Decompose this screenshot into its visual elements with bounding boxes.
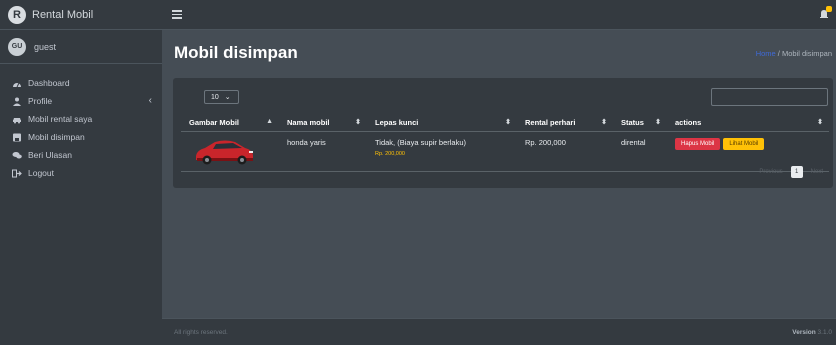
cell-actions: Hapus Mobil Lihat Mobil <box>667 131 829 172</box>
footer-version: Version 3.1.0 <box>792 329 832 336</box>
pagination-page-1[interactable]: 1 <box>790 166 803 178</box>
table-header-row: Gambar Mobil ▲ Nama mobil ⬍ Lepas kunci ⬍ R… <box>181 115 829 132</box>
content-header: Mobil disimpan Home / Mobil disimpan <box>162 30 836 76</box>
footer: All rights reserved. Version 3.1.0 <box>162 318 836 345</box>
hapus-mobil-button[interactable]: Hapus Mobil <box>675 137 721 150</box>
pagination-next[interactable]: Next <box>811 169 823 175</box>
lepas-kunci-text: Tidak, (Biaya supir berlaku) <box>375 137 467 147</box>
column-header-nama[interactable]: Nama mobil ⬍ <box>279 115 367 132</box>
brand-logo: R <box>8 5 26 24</box>
cell-gambar <box>181 131 279 172</box>
saved-cars-card: 10 ⌄ Gambar Mobil ▲ Nama mobil ⬍ Lepas kun… <box>173 78 833 188</box>
sort-icon: ⬍ <box>655 119 661 126</box>
lihat-mobil-button[interactable]: Lihat Mobil <box>723 137 765 150</box>
sidebar-item-mobil-rental-saya[interactable]: Mobil rental saya <box>0 110 162 128</box>
top-navbar <box>162 0 836 30</box>
sidebar-item-label: Beri Ulasan <box>28 150 72 160</box>
logout-icon <box>12 169 22 177</box>
save-icon <box>13 133 21 141</box>
version-label: Version <box>792 329 816 336</box>
notification-bell-icon[interactable] <box>818 6 832 20</box>
sort-icon: ⬍ <box>505 119 511 126</box>
chevron-left-icon[interactable]: ‹ <box>149 95 152 106</box>
cell-nama: honda yaris <box>279 131 367 172</box>
pagination-previous[interactable]: Previous <box>759 169 782 175</box>
page-title: Mobil disimpan <box>174 43 298 62</box>
entries-length-value: 10 <box>211 93 219 101</box>
sidebar-item-dashboard[interactable]: Dashboard <box>0 74 162 92</box>
pagination: Previous 1 Next <box>759 166 823 178</box>
breadcrumb: Home / Mobil disimpan <box>756 49 832 58</box>
sort-icon: ⬍ <box>817 119 823 126</box>
entries-length-select[interactable]: 10 ⌄ <box>204 90 239 104</box>
column-header-status[interactable]: Status ⬍ <box>613 115 667 132</box>
sidebar-item-label: Profile <box>28 96 53 106</box>
column-header-gambar[interactable]: Gambar Mobil ▲ <box>181 115 279 132</box>
sidebar-item-label: Logout <box>28 168 54 178</box>
avatar: GU <box>8 37 26 56</box>
brand-title: Rental Mobil <box>32 8 94 21</box>
cell-status: dirental <box>613 131 667 172</box>
cell-lepas-kunci: Tidak, (Biaya supir berlaku) Rp. 200,000 <box>367 131 517 172</box>
breadcrumb-home-link[interactable]: Home <box>756 49 776 58</box>
user-panel[interactable]: GU guest <box>0 30 162 64</box>
brand-link[interactable]: R Rental Mobil <box>0 0 162 30</box>
notification-badge <box>826 6 832 12</box>
table-row: honda yaris Tidak, (Biaya supir berlaku)… <box>181 131 829 172</box>
footer-copyright: All rights reserved. <box>174 329 228 336</box>
sidebar-item-label: Mobil disimpan <box>28 132 85 142</box>
search-input[interactable] <box>711 88 828 106</box>
cell-rental-perhari: Rp. 200,000 <box>517 131 613 172</box>
sidebar: R Rental Mobil GU guest Dashboard Profil… <box>0 0 162 345</box>
sidebar-item-label: Dashboard <box>28 78 70 88</box>
sidebar-nav: Dashboard Profile ‹ Mobil rental saya Mo… <box>0 64 162 182</box>
user-icon <box>13 97 21 106</box>
column-header-rental-perhari[interactable]: Rental perhari ⬍ <box>517 115 613 132</box>
saved-cars-table: Gambar Mobil ▲ Nama mobil ⬍ Lepas kunci ⬍ R… <box>181 115 829 172</box>
sidebar-item-logout[interactable]: Logout <box>0 164 162 182</box>
version-value: 3.1.0 <box>817 329 832 336</box>
dashboard-icon <box>13 82 21 87</box>
breadcrumb-current: Mobil disimpan <box>781 49 832 58</box>
sort-asc-icon: ▲ <box>266 118 273 125</box>
lepas-kunci-price: Rp. 200,000 <box>375 150 405 157</box>
sort-icon: ⬍ <box>355 119 361 126</box>
sort-icon: ⬍ <box>601 119 607 126</box>
chevron-down-icon: ⌄ <box>224 94 231 101</box>
sidebar-item-mobil-disimpan[interactable]: Mobil disimpan <box>0 128 162 146</box>
sidebar-item-label: Mobil rental saya <box>28 114 93 124</box>
sidebar-item-profile[interactable]: Profile ‹ <box>0 92 162 110</box>
car-image <box>196 140 253 164</box>
menu-toggle-icon[interactable] <box>172 10 182 19</box>
car-icon <box>13 117 21 123</box>
sidebar-item-beri-ulasan[interactable]: Beri Ulasan <box>0 146 162 164</box>
column-header-lepas-kunci[interactable]: Lepas kunci ⬍ <box>367 115 517 132</box>
comments-icon <box>12 151 22 158</box>
user-name: guest <box>34 41 57 52</box>
column-header-actions[interactable]: actions ⬍ <box>667 115 829 132</box>
